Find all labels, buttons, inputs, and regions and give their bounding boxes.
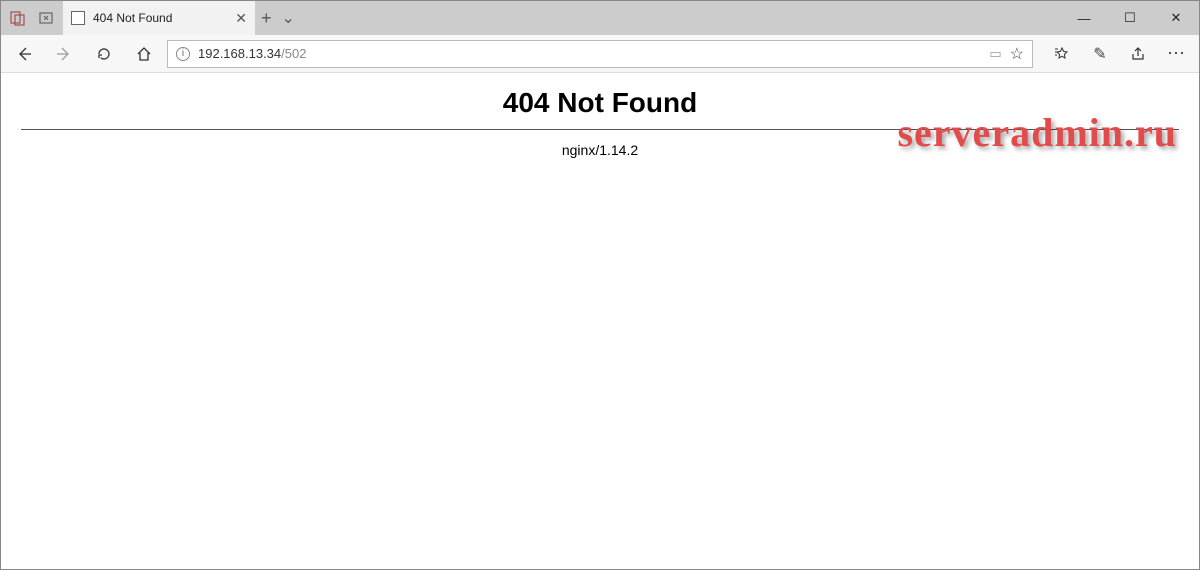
site-info-icon[interactable]: i: [176, 47, 190, 61]
url-path: /502: [281, 46, 306, 61]
favorite-button[interactable]: ☆: [1010, 44, 1024, 64]
share-button[interactable]: [1121, 37, 1155, 71]
tab-title: 404 Not Found: [93, 11, 172, 25]
browser-tab[interactable]: 404 Not Found ✕: [63, 1, 255, 35]
set-aside-tabs-icon[interactable]: [7, 7, 29, 29]
home-button[interactable]: [127, 37, 161, 71]
toolbar: i 192.168.13.34/502 ▭ ☆ ✎ ⋯: [1, 35, 1199, 73]
tab-actions: + ⌄: [255, 1, 301, 35]
page-content: 404 Not Found nginx/1.14.2: [1, 73, 1199, 172]
refresh-button[interactable]: [87, 37, 121, 71]
maximize-button[interactable]: ☐: [1107, 1, 1153, 35]
back-button[interactable]: [7, 37, 41, 71]
minimize-button[interactable]: —: [1061, 1, 1107, 35]
url-host: 192.168.13.34: [198, 46, 281, 61]
forward-button[interactable]: [47, 37, 81, 71]
close-tab-button[interactable]: ✕: [235, 10, 247, 27]
show-tabs-icon[interactable]: [35, 7, 57, 29]
new-tab-button[interactable]: +: [261, 8, 272, 29]
tab-menu-button[interactable]: ⌄: [282, 8, 295, 28]
server-signature: nginx/1.14.2: [21, 142, 1179, 158]
window-controls: — ☐ ✕: [1061, 1, 1199, 35]
url-text: 192.168.13.34/502: [198, 46, 981, 61]
page-icon: [71, 11, 85, 25]
divider: [21, 129, 1179, 130]
close-window-button[interactable]: ✕: [1153, 1, 1199, 35]
titlebar-spacer: [301, 1, 1061, 35]
titlebar: 404 Not Found ✕ + ⌄ — ☐ ✕: [1, 1, 1199, 35]
favorites-list-button[interactable]: [1045, 37, 1079, 71]
more-button[interactable]: ⋯: [1159, 37, 1193, 71]
notes-button[interactable]: ✎: [1083, 37, 1117, 71]
reading-view-icon[interactable]: ▭: [989, 46, 1001, 62]
address-bar[interactable]: i 192.168.13.34/502 ▭ ☆: [167, 40, 1033, 68]
error-heading: 404 Not Found: [21, 87, 1179, 119]
toolbar-right: ✎ ⋯: [1039, 37, 1193, 71]
titlebar-left: [1, 1, 63, 35]
